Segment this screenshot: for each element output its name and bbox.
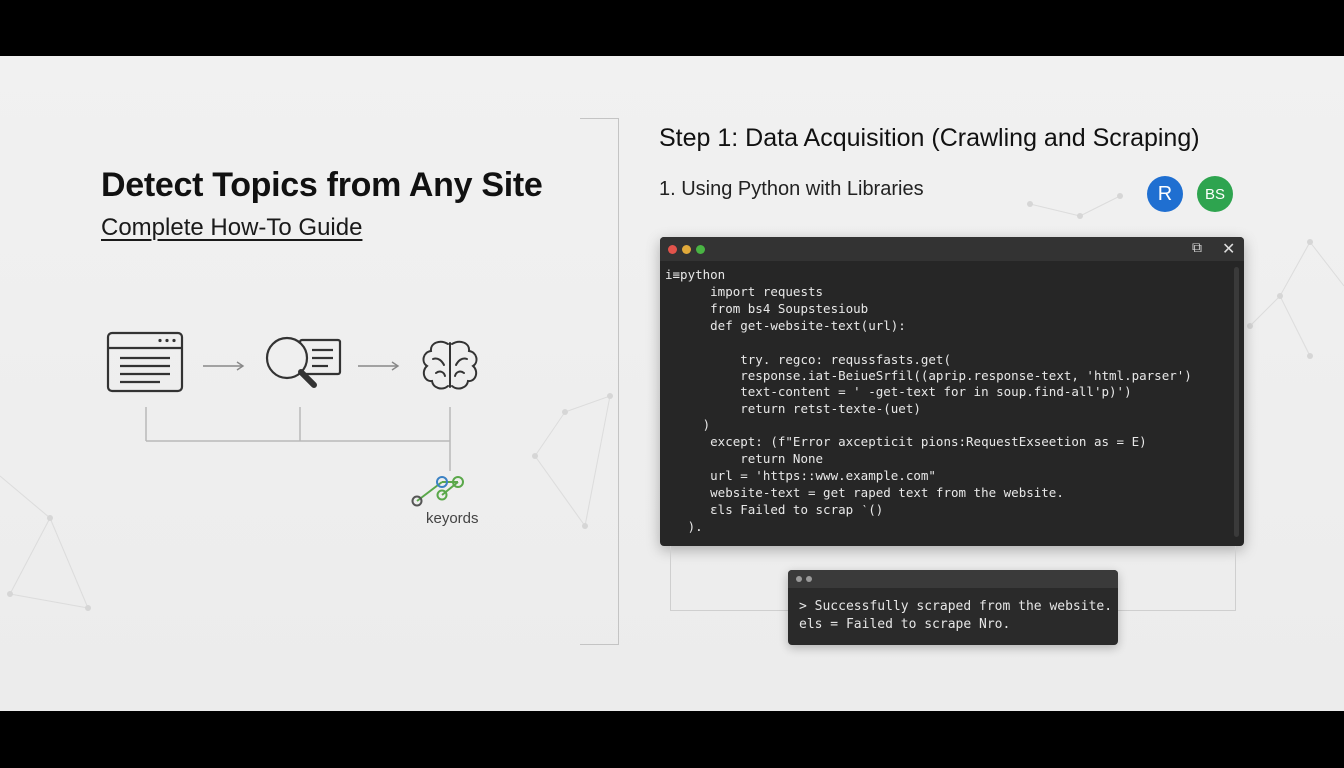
main-title: Detect Topics from Any Site: [101, 166, 543, 204]
code-line: def get-website-text(url):: [665, 318, 906, 333]
code-line: import requests: [665, 284, 824, 299]
code-line: website-text = get raped text from the w…: [665, 485, 1064, 500]
restore-icon[interactable]: ⧉: [1192, 239, 1202, 256]
subtitle: Complete How-To Guide: [101, 214, 363, 241]
arrow-right-icon: [203, 361, 245, 371]
step-title: Step 1: Data Acquisition (Crawling and S…: [659, 124, 1200, 152]
close-icon[interactable]: ✕: [1222, 239, 1235, 259]
section-divider: [580, 118, 619, 645]
terminal-dot-icon[interactable]: [806, 576, 812, 582]
code-editor[interactable]: i≡python import requests from bs4 Soupst…: [665, 267, 1230, 541]
step-subtitle: 1. Using Python with Libraries: [659, 178, 924, 200]
maximize-dot-icon[interactable]: [696, 245, 705, 254]
code-line: ).: [665, 519, 703, 534]
code-line: response.iat-BeiueSrfil((aprip.response-…: [665, 368, 1192, 383]
keyword-nodes-icon: [411, 476, 464, 507]
code-window-titlebar: ⧉ ✕: [660, 237, 1244, 261]
letterbox-top: [0, 0, 1344, 56]
terminal-line: els = Failed to scrape Nro.: [799, 617, 1011, 632]
code-line: try. regco: requssfasts.get(: [665, 352, 951, 367]
arrow-right-icon: [358, 361, 400, 371]
code-window: ⧉ ✕ i≡python import requests from bs4 So…: [660, 237, 1244, 546]
terminal-dot-icon[interactable]: [796, 576, 802, 582]
topic-detection-flow: [106, 331, 478, 507]
keywords-label: keyords: [426, 510, 479, 527]
terminal-window: > Successfully scraped from the website.…: [788, 570, 1118, 645]
brain-icon: [422, 340, 478, 390]
bs-badge: BS: [1197, 176, 1233, 212]
minimize-dot-icon[interactable]: [682, 245, 691, 254]
code-line: i≡python: [665, 267, 726, 282]
code-line: ): [665, 417, 711, 432]
slide: Detect Topics from Any Site Complete How…: [0, 56, 1344, 711]
code-line: except: (f"Error axcepticit pions:Reques…: [665, 434, 1147, 449]
code-scrollbar[interactable]: [1234, 267, 1239, 537]
code-line: text-content = ' -get-text for in soup.f…: [665, 384, 1132, 399]
code-line: return retst-texte-(uet): [665, 401, 921, 416]
code-line: url = 'https::www.example.com": [665, 468, 936, 483]
r-badge: R: [1147, 176, 1183, 212]
code-line: from bs4 Soupstesioub: [665, 301, 869, 316]
letterbox-bottom: [0, 711, 1344, 768]
code-line: ɛls Failed to scrap ‵(): [665, 502, 884, 517]
flow-connector: [145, 407, 451, 471]
close-dot-icon[interactable]: [668, 245, 677, 254]
code-line: return None: [665, 451, 824, 466]
terminal-line: > Successfully scraped from the website.: [799, 599, 1113, 614]
browser-window-icon: [106, 331, 184, 393]
terminal-titlebar: [788, 570, 1118, 588]
magnifier-document-icon: [265, 336, 342, 388]
